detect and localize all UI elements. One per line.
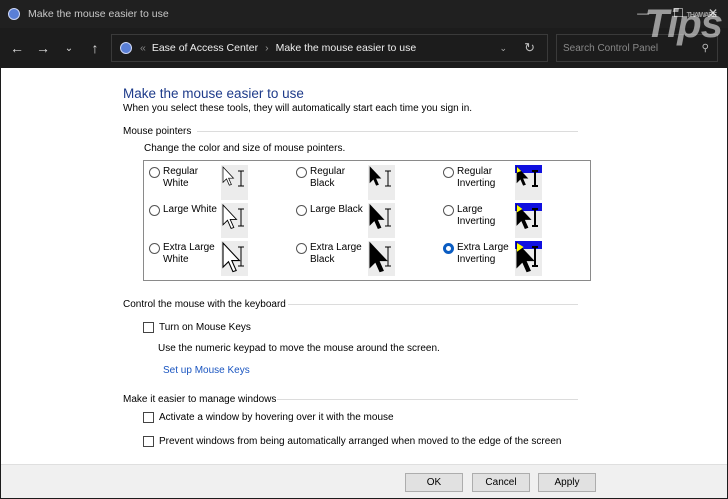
pointer-options-box: Regular White Regular Black Regular Invert… xyxy=(143,160,591,281)
overflow-icon[interactable]: « xyxy=(140,42,146,54)
radio-button[interactable] xyxy=(296,243,307,254)
pointer-icon xyxy=(515,203,542,229)
pointer-icon xyxy=(222,241,244,273)
pointer-icon xyxy=(369,166,391,187)
forward-button[interactable]: → xyxy=(30,40,56,56)
page-title: Make the mouse easier to use xyxy=(123,86,304,101)
pointer-option-invert-xl[interactable]: Extra Large Inverting xyxy=(443,242,515,266)
cancel-button[interactable]: Cancel xyxy=(472,473,530,492)
recent-locations-button[interactable]: ⌄ xyxy=(56,43,82,54)
pointer-option-white-xl[interactable]: Extra Large White xyxy=(149,242,221,266)
pointer-icon xyxy=(222,203,244,229)
pointer-preview xyxy=(221,165,248,200)
pointer-preview xyxy=(368,203,395,238)
radio-button[interactable] xyxy=(443,205,454,216)
pointer-preview xyxy=(515,203,542,238)
ok-button[interactable]: OK xyxy=(405,473,463,492)
pointer-option-black-large[interactable]: Large Black xyxy=(296,204,368,216)
pointer-icon xyxy=(369,241,391,273)
breadcrumb-current[interactable]: Make the mouse easier to use xyxy=(276,42,417,54)
page-subtitle: When you select these tools, they will a… xyxy=(123,103,473,114)
pointer-option-white-large[interactable]: Large White xyxy=(149,204,221,216)
pointer-option-black-regular[interactable]: Regular Black xyxy=(296,166,368,190)
prevent-snap-checkbox[interactable]: Prevent windows from being automatically… xyxy=(143,436,561,447)
radio-button[interactable] xyxy=(149,205,160,216)
pointer-icon xyxy=(369,203,391,229)
address-bar[interactable]: « Ease of Access Center › Make the mouse… xyxy=(111,34,548,62)
pointer-option-label: Large Inverting xyxy=(457,204,496,227)
pointer-option-label: Extra Large Inverting xyxy=(457,242,509,265)
pointer-option-label: Regular Inverting xyxy=(457,166,496,189)
checkbox-label: Activate a window by hovering over it wi… xyxy=(159,412,394,423)
mouse-keys-description: Use the numeric keypad to move the mouse… xyxy=(158,343,440,354)
pointer-icon xyxy=(222,166,244,187)
pointers-description: Change the color and size of mouse point… xyxy=(144,143,346,154)
window-title: Make the mouse easier to use xyxy=(28,8,169,20)
chevron-down-icon[interactable]: ⌄ xyxy=(499,43,507,54)
title-bar: Make the mouse easier to use — ☐ ✕ xyxy=(0,0,728,28)
pointer-option-label: Regular Black xyxy=(310,166,346,189)
radio-button[interactable] xyxy=(296,205,307,216)
pointer-preview xyxy=(515,241,542,276)
checkbox-label: Turn on Mouse Keys xyxy=(159,322,251,333)
pointer-icon xyxy=(515,241,542,273)
breadcrumb-ease-of-access[interactable]: Ease of Access Center xyxy=(152,42,258,54)
mouse-keys-checkbox[interactable]: Turn on Mouse Keys xyxy=(143,322,251,333)
pointer-preview xyxy=(221,241,248,276)
pointer-preview xyxy=(515,165,542,200)
radio-button[interactable] xyxy=(443,167,454,178)
pointer-preview xyxy=(221,203,248,238)
pointer-option-label: Large Black xyxy=(310,204,363,215)
main-content: Make the mouse easier to use When you se… xyxy=(1,68,727,464)
divider xyxy=(197,131,578,132)
section-mouse-pointers: Mouse pointers xyxy=(123,126,192,137)
pointer-option-invert-regular[interactable]: Regular Inverting xyxy=(443,166,515,190)
pointer-option-black-xl[interactable]: Extra Large Black xyxy=(296,242,368,266)
checkbox[interactable] xyxy=(143,412,154,423)
section-windows: Make it easier to manage windows xyxy=(123,394,277,405)
dialog-footer: OK Cancel Apply xyxy=(1,464,727,498)
setup-mouse-keys-link[interactable]: Set up Mouse Keys xyxy=(163,365,250,376)
pointer-option-invert-large[interactable]: Large Inverting xyxy=(443,204,515,228)
divider xyxy=(277,399,578,400)
checkbox[interactable] xyxy=(143,322,154,333)
pointer-option-label: Large White xyxy=(163,204,217,215)
checkbox-label: Prevent windows from being automatically… xyxy=(159,436,562,447)
radio-button[interactable] xyxy=(149,243,160,254)
section-keyboard: Control the mouse with the keyboard xyxy=(123,299,286,310)
hover-activate-checkbox[interactable]: Activate a window by hovering over it wi… xyxy=(143,412,394,423)
up-button[interactable]: ↑ xyxy=(82,40,108,56)
back-button[interactable]: ← xyxy=(4,40,30,56)
watermark-logo: Tips THAIWARE xyxy=(644,2,723,46)
pointer-option-label: Extra Large Black xyxy=(310,242,362,265)
control-panel-icon xyxy=(8,8,20,20)
divider xyxy=(288,304,578,305)
pointer-option-label: Regular White xyxy=(163,166,199,189)
radio-button[interactable] xyxy=(296,167,307,178)
refresh-icon[interactable]: ↻ xyxy=(524,40,535,56)
pointer-option-label: Extra Large White xyxy=(163,242,215,265)
checkbox[interactable] xyxy=(143,436,154,447)
pointer-icon xyxy=(515,165,542,187)
control-panel-icon xyxy=(120,42,132,54)
pointer-preview xyxy=(368,165,395,200)
radio-button[interactable] xyxy=(149,167,160,178)
apply-button[interactable]: Apply xyxy=(538,473,596,492)
navigation-bar: ← → ⌄ ↑ « Ease of Access Center › Make t… xyxy=(0,28,728,68)
radio-button[interactable] xyxy=(443,243,454,254)
chevron-right-icon: › xyxy=(265,42,269,54)
pointer-option-white-regular[interactable]: Regular White xyxy=(149,166,221,190)
pointer-preview xyxy=(368,241,395,276)
